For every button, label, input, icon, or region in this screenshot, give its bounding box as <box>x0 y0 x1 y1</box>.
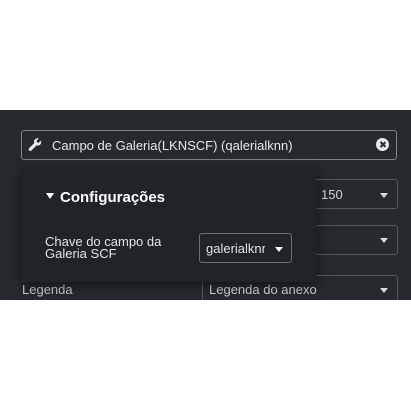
chevron-down-icon <box>380 238 388 243</box>
chevron-down-icon <box>275 247 283 252</box>
caption-label: Legenda <box>22 282 73 297</box>
editor-panel: 150 Legenda Legenda do anexo Campo de Ga… <box>0 110 411 300</box>
dynamic-field-bar[interactable]: Campo de Galeria(LKNSCF) (qalerialknn) <box>21 130 397 160</box>
gallery-key-select[interactable]: galerialknr <box>199 233 292 263</box>
clear-circle-icon[interactable] <box>376 138 389 151</box>
chevron-down-icon <box>380 288 388 293</box>
settings-heading: Configurações <box>60 189 166 206</box>
settings-toggle[interactable]: Configurações <box>46 189 165 206</box>
caption-select-value: Legenda do anexo <box>209 282 317 297</box>
wrench-icon <box>28 138 42 151</box>
chevron-down-icon <box>380 193 388 198</box>
size-select[interactable]: 150 <box>315 179 398 209</box>
gallery-key-select-value: galerialknr <box>206 241 266 256</box>
select-fade <box>265 234 271 262</box>
size-select-value: 150 <box>321 187 343 202</box>
caret-down-icon <box>46 193 54 200</box>
settings-popover: Configurações Chave do campo da Galeria … <box>22 168 316 282</box>
gallery-key-label: Chave do campo da Galeria SCF <box>45 234 162 261</box>
secondary-select[interactable] <box>315 225 398 255</box>
field-bar-text: Campo de Galeria(LKNSCF) (qalerialknn) <box>52 138 293 153</box>
